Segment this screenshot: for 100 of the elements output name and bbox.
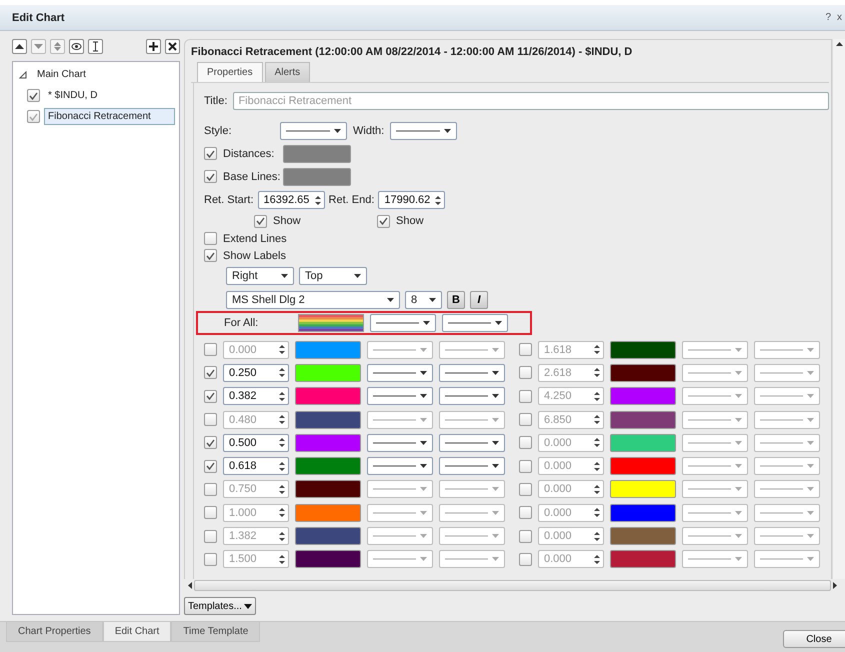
level-value-spinner[interactable]: 0.618 xyxy=(223,457,289,476)
line-style-dropdown[interactable] xyxy=(390,122,458,140)
checkbox[interactable] xyxy=(204,390,217,403)
color-swatch[interactable] xyxy=(295,527,361,546)
scroll-left-icon[interactable] xyxy=(188,582,192,588)
checkbox[interactable] xyxy=(204,482,217,496)
checkbox[interactable] xyxy=(204,413,217,426)
vertical-align-dropdown[interactable]: Top xyxy=(299,267,367,285)
spinner-arrows-icon[interactable] xyxy=(279,414,285,426)
checkbox[interactable] xyxy=(519,436,532,450)
checkbox[interactable] xyxy=(519,413,532,426)
color-swatch[interactable] xyxy=(610,364,676,382)
close-button[interactable]: x xyxy=(834,12,845,23)
color-swatch[interactable] xyxy=(283,144,351,162)
line-style-dropdown[interactable] xyxy=(367,364,433,382)
color-swatch[interactable] xyxy=(295,340,361,359)
level-value-spinner[interactable]: 0.382 xyxy=(223,387,289,406)
expander-icon[interactable] xyxy=(19,70,27,78)
italic-button[interactable]: I xyxy=(470,290,488,308)
color-swatch[interactable] xyxy=(283,168,351,186)
close-button[interactable]: Close xyxy=(783,630,845,648)
checkbox[interactable] xyxy=(519,343,532,356)
color-swatch[interactable] xyxy=(295,410,361,429)
checkbox[interactable] xyxy=(204,232,217,245)
checkbox[interactable] xyxy=(519,460,532,473)
spinner-arrows-icon[interactable] xyxy=(279,437,285,448)
line-style-dropdown[interactable] xyxy=(439,434,505,452)
color-swatch[interactable] xyxy=(610,387,676,406)
spinner-arrows-icon[interactable] xyxy=(279,460,285,472)
horizontal-scrollbar[interactable] xyxy=(194,580,831,590)
checkbox[interactable] xyxy=(204,460,217,473)
tree-item[interactable]: * $INDU, D xyxy=(44,87,102,104)
horizontal-align-dropdown[interactable]: Right xyxy=(226,267,294,285)
level-value-spinner[interactable]: 0.250 xyxy=(223,364,289,382)
line-style-dropdown[interactable] xyxy=(439,457,505,476)
spinner-arrows-icon[interactable] xyxy=(594,507,600,518)
tab[interactable]: Time Template xyxy=(171,622,260,642)
tab[interactable]: Edit Chart xyxy=(102,622,172,642)
text-cursor-button[interactable] xyxy=(88,39,103,54)
color-swatch[interactable] xyxy=(295,364,361,382)
checkbox[interactable] xyxy=(204,147,217,160)
level-value-spinner[interactable]: 0.500 xyxy=(223,434,289,452)
spinner-arrows-icon[interactable] xyxy=(279,484,285,495)
spinner-arrows-icon[interactable] xyxy=(594,344,600,356)
checkbox[interactable] xyxy=(204,343,217,356)
line-style-dropdown[interactable] xyxy=(367,387,433,406)
line-style-dropdown[interactable] xyxy=(367,457,433,476)
spinner-arrows-icon[interactable] xyxy=(314,194,321,206)
title-field[interactable]: Fibonacci Retracement xyxy=(233,92,829,110)
line-style-dropdown[interactable] xyxy=(439,387,505,406)
spinner-arrows-icon[interactable] xyxy=(594,437,600,448)
spinner-arrows-icon[interactable] xyxy=(594,554,600,565)
font-dropdown[interactable]: MS Shell Dlg 2 xyxy=(226,290,400,308)
checkbox[interactable] xyxy=(204,530,217,543)
rainbow-swatch[interactable] xyxy=(298,314,364,332)
font-size-dropdown[interactable]: 8 xyxy=(405,290,442,308)
color-swatch[interactable] xyxy=(610,527,676,546)
add-button[interactable] xyxy=(146,39,161,54)
spinner-arrows-icon[interactable] xyxy=(594,367,600,378)
checkbox[interactable] xyxy=(204,366,217,380)
spinner-arrows-icon[interactable] xyxy=(594,484,600,495)
ret-start-spinner[interactable]: 16392.65 xyxy=(258,191,325,209)
color-swatch[interactable] xyxy=(610,410,676,429)
color-swatch[interactable] xyxy=(610,504,676,522)
checkbox[interactable] xyxy=(204,506,217,520)
color-swatch[interactable] xyxy=(610,434,676,452)
scroll-right-icon[interactable] xyxy=(833,582,837,588)
help-button[interactable]: ? xyxy=(822,12,834,23)
spinner-arrows-icon[interactable] xyxy=(594,530,600,542)
tab[interactable]: Alerts xyxy=(264,62,310,82)
checkbox[interactable] xyxy=(377,214,390,228)
line-style-dropdown[interactable] xyxy=(280,122,347,140)
spinner-arrows-icon[interactable] xyxy=(594,390,600,402)
checkbox[interactable] xyxy=(519,552,532,566)
checkbox[interactable] xyxy=(519,506,532,520)
checkbox[interactable] xyxy=(204,170,217,183)
checkbox[interactable] xyxy=(519,366,532,380)
checkbox[interactable] xyxy=(519,482,532,496)
vertical-scrollbar[interactable] xyxy=(832,39,845,579)
spinner-arrows-icon[interactable] xyxy=(594,414,600,426)
line-style-dropdown[interactable] xyxy=(370,314,436,332)
scroll-up-icon[interactable] xyxy=(836,42,842,46)
tab[interactable]: Chart Properties xyxy=(6,622,103,642)
checkbox[interactable] xyxy=(204,436,217,450)
checkbox[interactable] xyxy=(204,552,217,566)
eye-button[interactable] xyxy=(69,39,84,54)
bold-button[interactable]: B xyxy=(447,290,465,308)
spinner-arrows-icon[interactable] xyxy=(279,367,285,378)
checkbox[interactable] xyxy=(27,110,40,123)
spinner-arrows-icon[interactable] xyxy=(279,390,285,402)
color-swatch[interactable] xyxy=(610,550,676,568)
color-swatch[interactable] xyxy=(295,387,361,406)
spinner-arrows-icon[interactable] xyxy=(279,530,285,542)
checkbox[interactable] xyxy=(519,530,532,543)
spinner-arrows-icon[interactable] xyxy=(435,194,442,206)
color-swatch[interactable] xyxy=(610,340,676,359)
checkbox[interactable] xyxy=(519,390,532,403)
checkbox[interactable] xyxy=(254,214,267,228)
ret-end-spinner[interactable]: 17990.62 xyxy=(378,191,446,209)
color-swatch[interactable] xyxy=(610,457,676,476)
